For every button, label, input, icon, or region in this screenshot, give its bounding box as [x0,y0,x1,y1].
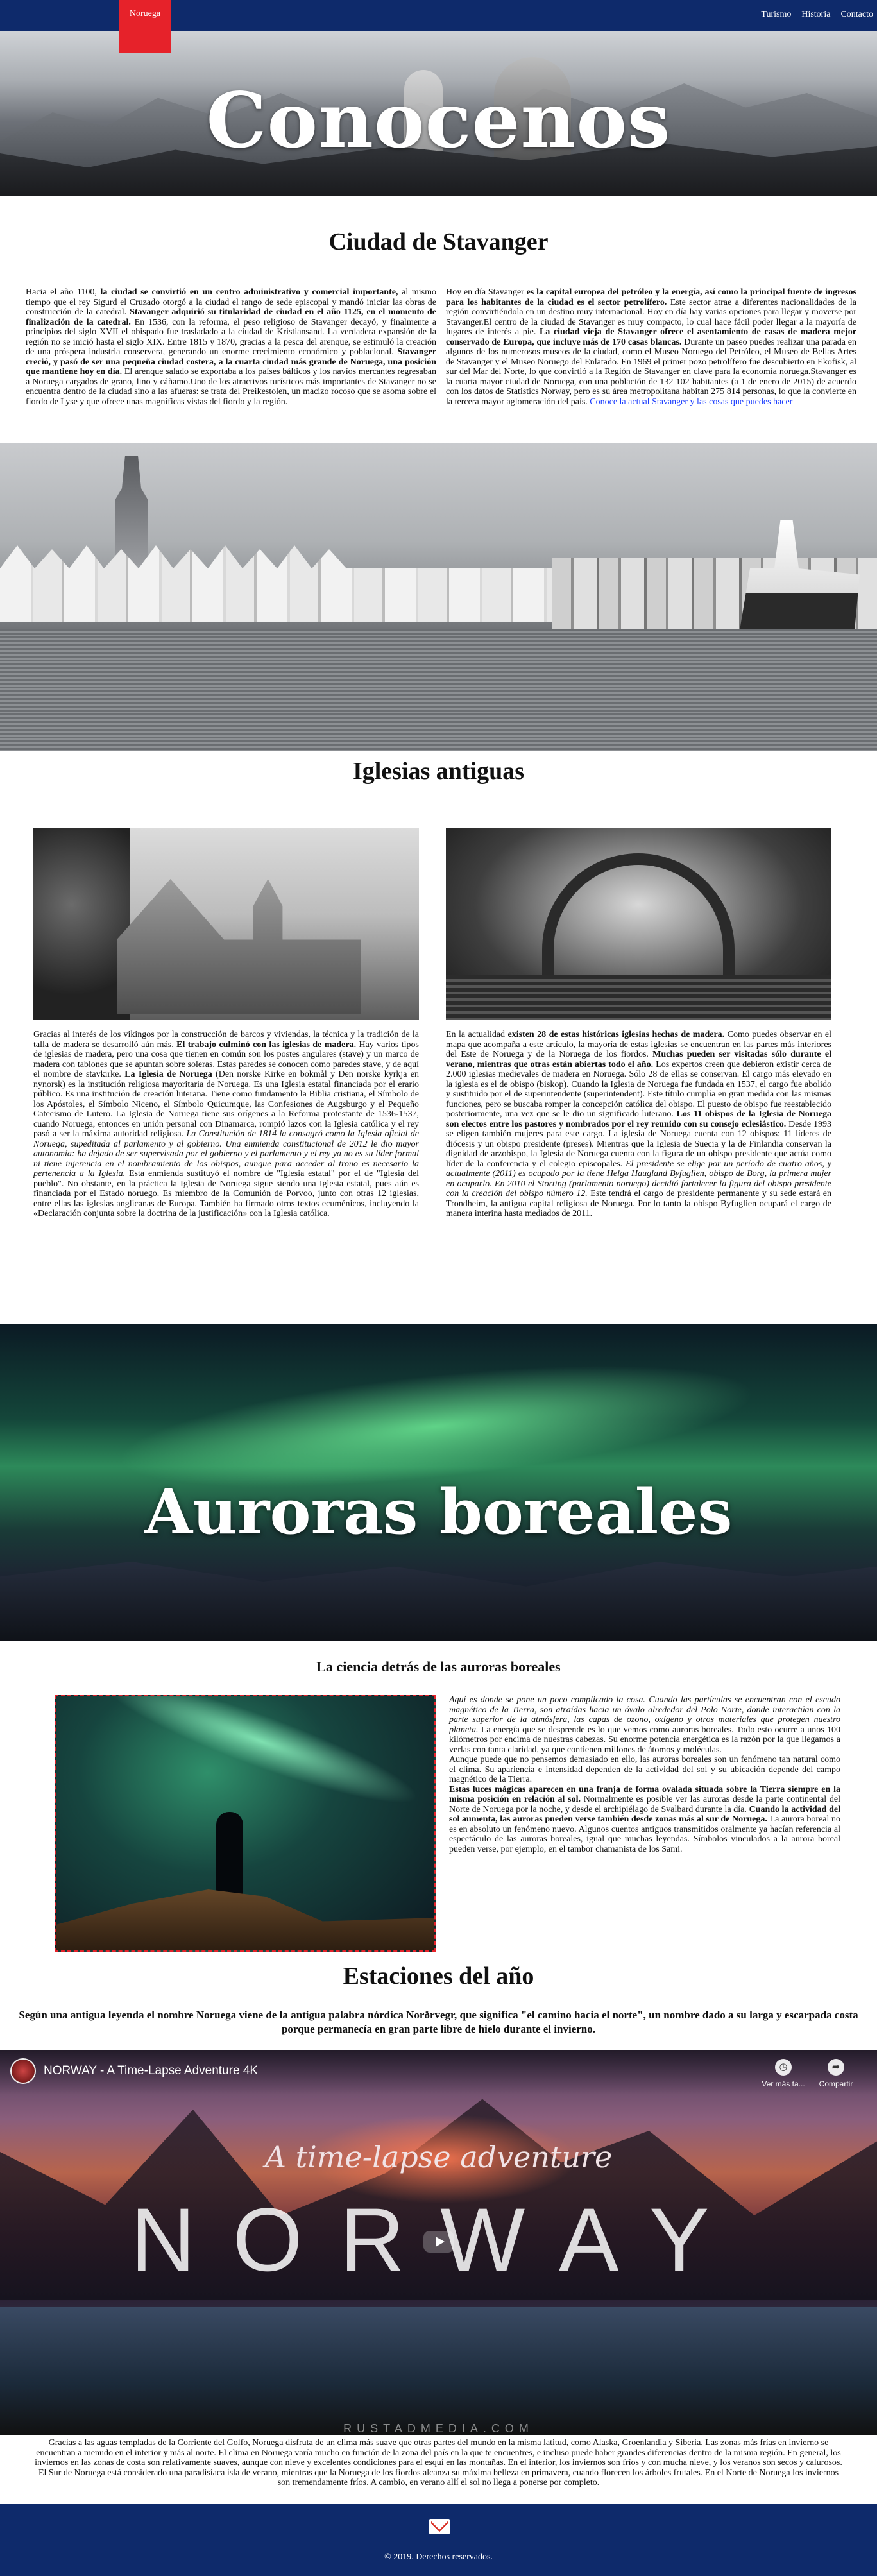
share-icon: ➦ [828,2059,844,2076]
play-button-icon[interactable] [423,2231,454,2253]
ship-shape [738,520,860,642]
watch-later-button[interactable]: ◷ Ver más ta... [761,2059,806,2088]
nav-links: Turismo Historia Contacto [761,10,873,20]
watch-later-label: Ver más ta... [762,2079,805,2088]
aurora-subheading: La ciencia detrás de las auroras boreale… [316,1659,561,1675]
white-houses-row [0,545,577,622]
aurora-landscape [0,1562,877,1641]
person-silhouette [216,1812,243,1902]
seasons-heading: Estaciones del año [343,1963,534,1990]
stone-church-image [33,828,419,1020]
nav-link-historia[interactable]: Historia [801,10,830,20]
nav-link-turismo[interactable]: Turismo [761,10,791,20]
stavanger-text-right: Hoy en día Stavanger es la capital europ… [446,287,857,407]
tree-shape [33,828,130,1020]
share-button[interactable]: ➦ Compartir [813,2059,858,2088]
aurora-text: Aquí es donde se pone un poco complicado… [449,1695,841,1854]
churches-heading: Iglesias antiguas [352,758,525,785]
churches-text-left: Gracias al interés de los vikingos por l… [33,1030,420,1218]
mail-icon[interactable] [429,2519,450,2534]
stavanger-harbor-image [0,443,877,751]
youtube-video-embed[interactable]: NORWAY - A Time-Lapse Adventure 4K ◷ Ver… [0,2050,877,2435]
aurora-person-image [55,1695,436,1952]
clock-icon: ◷ [775,2059,792,2076]
pews-shape [446,975,831,1020]
church-building-shape [117,879,361,1014]
rock-shape [56,1889,434,1950]
brand-logo[interactable]: Noruega [119,0,171,53]
aurora-title: Auroras boreales [144,1476,733,1548]
stavanger-heading: Ciudad de Stavanger [328,228,549,255]
channel-avatar[interactable] [10,2058,36,2084]
share-label: Compartir [819,2079,853,2088]
hero-title: Conocenos [206,76,671,165]
stavanger-link[interactable]: Conoce la actual Stavanger y las cosas q… [590,397,792,407]
harbor-water [0,629,877,751]
seasons-lead: Según una antigua leyenda el nombre Noru… [19,2009,858,2035]
copyright-text: © 2019. Derechos reservados. [384,2552,493,2562]
video-lake-reflection [0,2307,877,2435]
video-subtitle-text: A time-lapse adventure [264,2140,613,2174]
top-navbar: Noruega Turismo Historia Contacto [0,0,877,53]
church-tower-shape [115,456,148,565]
video-watermark: RUSTADMEDIA.COM [343,2422,534,2435]
stavanger-text-left: Hacia el año 1100, la ciudad se convirti… [26,287,437,407]
church-interior-image [446,828,831,1020]
footer: © 2019. Derechos reservados. [0,2504,877,2576]
video-title[interactable]: NORWAY - A Time-Lapse Adventure 4K [44,2064,258,2078]
seasons-text: Gracias a las aguas templadas de la Corr… [35,2438,842,2487]
aurora-band [95,1696,427,1823]
nav-link-contacto[interactable]: Contacto [840,10,873,20]
churches-text-right: En la actualidad existen 28 de estas his… [446,1030,832,1218]
